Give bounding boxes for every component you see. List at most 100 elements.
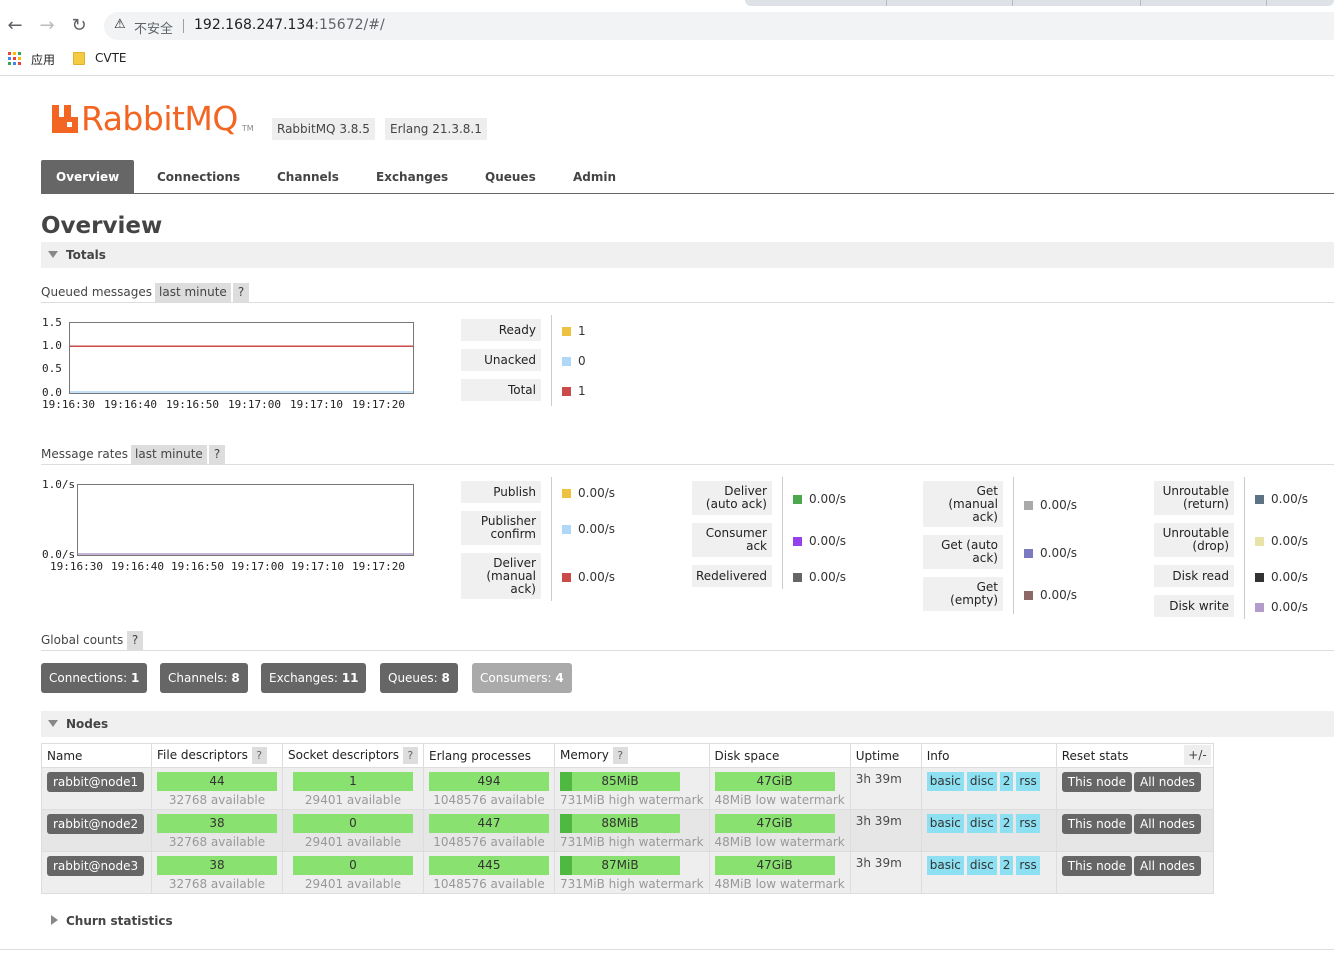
bookmark-cvte[interactable]: CVTE <box>95 51 127 65</box>
security-label[interactable]: 不安全 <box>134 18 173 37</box>
rates-x-tick: 19:17:00 <box>231 560 284 573</box>
uptime-value: 3h 39m <box>855 772 902 786</box>
node-row: rabbit@node2 38 32768 available 0 29401 av… <box>41 809 1214 852</box>
sockets-bar: 1 <box>293 772 413 791</box>
global-counts-help-button[interactable]: ? <box>127 631 143 650</box>
folder-icon[interactable] <box>73 52 85 65</box>
publish-swatch <box>562 488 571 498</box>
rabbitmq-logo[interactable]: RabbitMQ TM <box>52 101 254 137</box>
channels-count-button[interactable]: Channels: 8 <box>160 663 248 693</box>
legend-publisher-confirm-value: 0.00/s <box>562 522 615 536</box>
fd-help-button[interactable]: ? <box>251 747 267 764</box>
info-badge-rss[interactable]: rss <box>1016 772 1040 791</box>
info-badge-disc[interactable]: disc <box>966 814 997 833</box>
fd-cell: 38 32768 available <box>151 809 283 852</box>
exchanges-count-button[interactable]: Exchanges: 11 <box>261 663 367 693</box>
queued-messages-chart: 1.5 1.0 0.5 0.0 19:16:30 19:16:40 19:16:… <box>41 316 421 416</box>
url-text[interactable]: 192.168.247.134:15672/#/ <box>194 17 385 33</box>
info-badge-disc[interactable]: disc <box>966 856 997 875</box>
col-info-label: Info <box>926 748 950 763</box>
procs-available: 1048576 available <box>433 877 545 891</box>
info-badge-count[interactable]: 2 <box>999 856 1014 875</box>
info-badge-rss[interactable]: rss <box>1016 856 1040 875</box>
column-toggle-button[interactable]: +/- <box>1184 745 1211 765</box>
totals-section-header[interactable]: Totals <box>41 242 1334 268</box>
info-badge-count[interactable]: 2 <box>999 772 1014 791</box>
tab-admin[interactable]: Admin <box>558 160 631 194</box>
fd-cell: 44 32768 available <box>151 767 283 810</box>
tab-channels[interactable]: Channels <box>262 160 354 194</box>
uptime-value: 3h 39m <box>855 814 902 828</box>
queued-range-selector[interactable]: last minute <box>155 283 231 302</box>
procs-cell: 445 1048576 available <box>423 851 555 894</box>
back-arrow-icon[interactable]: ← <box>4 15 26 37</box>
col-fd-label: File descriptors <box>157 748 248 762</box>
sockets-help-button[interactable]: ? <box>402 747 418 764</box>
legend-unacked-value: 0 <box>562 354 586 368</box>
tab-overview[interactable]: Overview <box>41 160 135 194</box>
col-file-descriptors: File descriptors ? <box>151 743 283 768</box>
fd-available: 32768 available <box>168 835 266 849</box>
rates-range-selector[interactable]: last minute <box>131 445 207 464</box>
node-name-cell: rabbit@node2 <box>41 809 152 852</box>
collapse-triangle-icon <box>48 251 58 258</box>
col-uptime-label: Uptime <box>855 748 900 763</box>
reload-icon[interactable]: ↻ <box>68 15 90 37</box>
reset-this-node-button[interactable]: This node <box>1061 856 1133 876</box>
sockets-available: 29401 available <box>304 793 402 807</box>
queues-count-button[interactable]: Queues: 8 <box>380 663 458 693</box>
tab-exchanges[interactable]: Exchanges <box>361 160 463 194</box>
node-name-link[interactable]: rabbit@node2 <box>47 814 145 834</box>
legend-get-auto-label: Get (auto ack) <box>923 535 1003 569</box>
info-badge-rss[interactable]: rss <box>1016 814 1040 833</box>
churn-section-header[interactable]: Churn statistics <box>41 908 1334 934</box>
rates-help-button[interactable]: ? <box>209 445 225 464</box>
address-bar[interactable]: ⚠ 不安全 192.168.247.134:15672/#/ <box>104 12 1334 40</box>
node-name-link[interactable]: rabbit@node1 <box>47 772 145 792</box>
info-badge-basic[interactable]: basic <box>926 814 964 833</box>
nodes-section-header[interactable]: Nodes <box>41 711 1334 737</box>
legend-deliver-auto-label: Deliver (auto ack) <box>692 481 772 515</box>
reset-all-nodes-button[interactable]: All nodes <box>1134 772 1201 792</box>
info-badge-basic[interactable]: basic <box>926 772 964 791</box>
memory-watermark: 731MiB high watermark <box>560 793 704 807</box>
legend-divider <box>1244 477 1245 619</box>
connections-count-button[interactable]: Connections: 1 <box>41 663 148 693</box>
reset-all-nodes-button[interactable]: All nodes <box>1134 856 1201 876</box>
memory-help-button[interactable]: ? <box>612 747 628 764</box>
info-cell: basic disc 2 rss <box>920 809 1057 852</box>
info-badge-count[interactable]: 2 <box>999 814 1014 833</box>
bookmark-apps[interactable]: 应用 <box>31 51 55 68</box>
global-counts-header: Global counts ? <box>41 629 1334 651</box>
info-badge-disc[interactable]: disc <box>966 772 997 791</box>
tab-separator <box>886 0 887 6</box>
node-name-link[interactable]: rabbit@node3 <box>47 856 145 876</box>
redelivered-value: 0.00/s <box>809 570 847 584</box>
sockets-cell: 1 29401 available <box>282 767 424 810</box>
warning-icon[interactable]: ⚠ <box>114 17 126 32</box>
legend-disk-write-label: Disk write <box>1154 595 1234 617</box>
reset-this-node-button[interactable]: This node <box>1061 814 1133 834</box>
tab-queues[interactable]: Queues <box>470 160 551 194</box>
legend-redelivered-label: Redelivered <box>692 565 772 587</box>
consumers-count-button[interactable]: Consumers: 4 <box>472 663 572 693</box>
apps-grid-icon[interactable] <box>8 52 21 65</box>
consumer-ack-swatch <box>793 536 802 546</box>
queued-messages-label: Queued messages <box>41 285 153 299</box>
reset-all-nodes-button[interactable]: All nodes <box>1134 814 1201 834</box>
reset-this-node-button[interactable]: This node <box>1061 772 1133 792</box>
tab-connections[interactable]: Connections <box>142 160 255 194</box>
unroutable-return-value: 0.00/s <box>1271 492 1309 506</box>
queued-help-button[interactable]: ? <box>233 283 249 302</box>
col-info: Info <box>920 743 1057 768</box>
browser-tab-strip <box>0 0 1334 8</box>
info-badge-basic[interactable]: basic <box>926 856 964 875</box>
disk-write-value: 0.00/s <box>1271 600 1309 614</box>
deliver-auto-value: 0.00/s <box>809 492 847 506</box>
rates-plot-area <box>77 484 414 556</box>
forward-arrow-icon[interactable]: → <box>36 15 58 37</box>
memory-bar: 85MiB <box>560 772 680 791</box>
uptime-cell: 3h 39m <box>849 851 922 894</box>
message-rates-chart: 1.0/s 0.0/s 19:16:30 19:16:40 19:16:50 1… <box>41 478 421 578</box>
disk-read-value: 0.00/s <box>1271 570 1309 584</box>
